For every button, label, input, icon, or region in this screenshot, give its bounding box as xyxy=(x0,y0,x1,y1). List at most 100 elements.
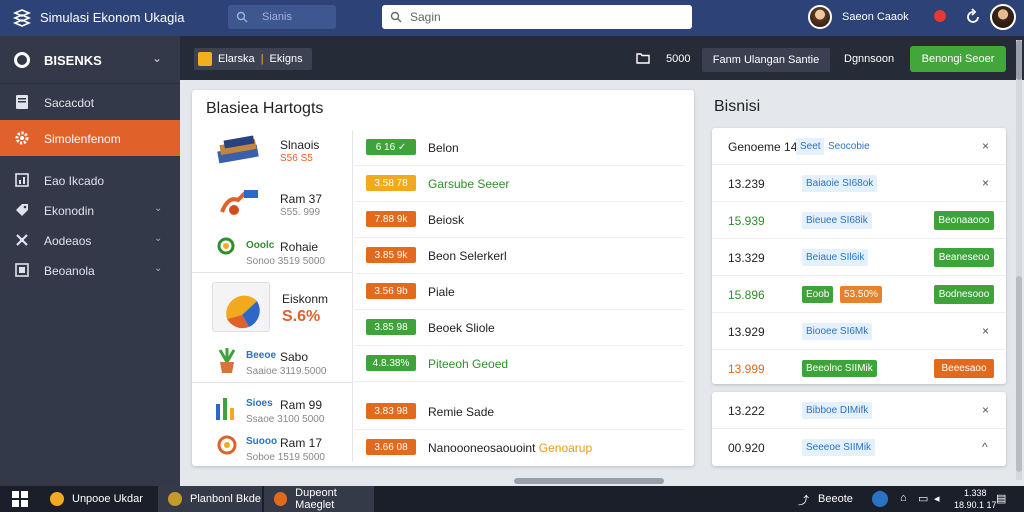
header-tag[interactable]: Seet xyxy=(796,138,825,155)
user-name[interactable]: Saeon Caaok xyxy=(842,11,909,23)
folder-icon[interactable] xyxy=(636,52,650,64)
clock-time: 1.338 xyxy=(964,488,987,498)
vertical-scrollbar[interactable] xyxy=(1016,40,1022,480)
table-row[interactable]: 3.83 98 Remie Sade xyxy=(354,394,684,430)
table-row[interactable]: 7.88 9k Beiosk xyxy=(354,202,684,238)
taskbar-app[interactable]: Unpooe Ukdar xyxy=(40,486,158,512)
network-icon[interactable]: ⤴ xyxy=(798,492,812,507)
row-value: 00.920 xyxy=(728,441,765,455)
wifi-icon[interactable]: ⌂ xyxy=(900,492,914,506)
table-row[interactable]: 13.999 Beeolnc SIIMik Beeesaoo xyxy=(712,350,1006,387)
business-panel: Genoeme 14 Seet Seocobie × 13.239 Baiaoi… xyxy=(712,128,1006,384)
profile-avatar[interactable] xyxy=(990,4,1016,30)
row-label: Belon xyxy=(428,141,459,155)
sidebar-item-sacacdot[interactable]: Sacacdot xyxy=(0,84,180,120)
table-row[interactable]: 3.56 9b Piale xyxy=(354,274,684,310)
benongi-seoer-button[interactable]: Benongi Seoer xyxy=(910,46,1006,72)
table-row[interactable]: 13.929 Biooee SI6Mk × xyxy=(712,313,1006,350)
sidebar-item-label: Ekonodin xyxy=(44,204,95,218)
chevron-up-icon[interactable]: ^ xyxy=(982,440,988,454)
toolbar-label[interactable]: Dgnnsoon xyxy=(844,53,894,65)
table-row[interactable]: 3.58 78 Garsube Seeer xyxy=(354,166,684,202)
tray-label: Beeote xyxy=(818,493,853,505)
right-panel-title: Bisnisi xyxy=(714,98,761,115)
row-label: Beon Selerkerl xyxy=(428,249,507,263)
close-icon[interactable]: × xyxy=(982,176,989,190)
brand-logo-icon xyxy=(14,52,30,68)
clock[interactable]: 1.338 18.90.1 17 xyxy=(954,487,997,511)
row-action-button[interactable]: Beeesaoo xyxy=(934,359,994,378)
product-item[interactable]: Suooo Ram 17 Soboe 1519 5000 xyxy=(192,430,352,464)
top-search-input[interactable]: Sianis xyxy=(228,5,336,29)
close-icon[interactable]: × xyxy=(982,403,989,417)
row-value: 15.939 xyxy=(728,214,765,228)
scrollbar-thumb[interactable] xyxy=(1016,276,1022,472)
trade-icon xyxy=(220,190,258,215)
product-item[interactable]: Beeoe Sabo Saaioe 3119.5000 xyxy=(192,344,352,380)
notification-icon[interactable] xyxy=(934,10,946,22)
table-row[interactable]: 3.85 9k Beon Selerkerl xyxy=(354,238,684,274)
start-menu-icon[interactable] xyxy=(12,491,28,507)
tab-elarska[interactable]: Elarska | Ekigns xyxy=(194,48,312,70)
volume-icon[interactable]: ◂ xyxy=(934,492,948,506)
tab-badge-icon xyxy=(198,52,212,66)
display-icon[interactable]: ▭ xyxy=(918,492,932,506)
row-action-button[interactable]: Bodnesooo xyxy=(934,285,994,304)
close-icon[interactable]: × xyxy=(982,324,989,338)
header-tag[interactable]: Seocobie xyxy=(824,138,874,155)
browser-icon[interactable] xyxy=(872,491,888,507)
table-row[interactable]: 13.222 Bibboe DIMifk × xyxy=(712,392,1006,429)
row-action-button[interactable]: Beaneseoo xyxy=(934,248,994,267)
product-item[interactable]: Ram 37 S55. 999 xyxy=(192,184,352,224)
product-name: Ram 17 xyxy=(280,436,323,450)
product-item[interactable]: Eiskonm S.6% xyxy=(192,278,352,336)
horizontal-scrollbar[interactable] xyxy=(514,478,664,484)
row-value: 15.896 xyxy=(728,288,765,302)
divider xyxy=(192,382,352,383)
scrollbar-thumb[interactable] xyxy=(1016,40,1022,80)
product-item[interactable]: Ooolc Rohaie Sonoo 3519 5000 xyxy=(192,234,352,270)
app-icon xyxy=(50,492,64,506)
table-row[interactable]: 13.329 Beiaue SIl6ik Beaneseoo xyxy=(712,239,1006,276)
row-action-button[interactable]: Beonaaooo xyxy=(934,211,994,230)
row-tag: Bieuee SI68ik xyxy=(802,212,872,229)
sidebar-item-label: Aodeaos xyxy=(44,234,92,248)
chevron-down-icon: ⌄ xyxy=(152,51,163,65)
sidebar-item-beoanola[interactable]: Beoanola ⌄ xyxy=(0,252,180,288)
tab-separator: | xyxy=(260,53,264,65)
chevron-down-icon: ⌄ xyxy=(154,233,163,244)
table-row[interactable]: 13.239 Baiaoie SI68ok × xyxy=(712,165,1006,202)
table-row[interactable]: 00.920 Seeeoe SIIMik ^ xyxy=(712,429,1006,466)
refresh-icon[interactable] xyxy=(964,8,982,26)
product-brand: Suooo xyxy=(246,436,278,447)
clock-date: 18.90.1 17 xyxy=(954,500,997,510)
product-sub: Sonoo 3519 5000 xyxy=(246,256,325,267)
taskbar-app[interactable]: Planbonl Bkde xyxy=(158,486,262,512)
product-item[interactable]: Slnaois S56 S5 xyxy=(192,130,352,170)
product-item[interactable]: Sioes Ram 99 Ssaoe 3100 5000 xyxy=(192,392,352,428)
panel-header-row: Genoeme 14 Seet Seocobie × xyxy=(712,128,1006,165)
table-row[interactable]: 15.896 Eoob 53.50% Bodnesooo xyxy=(712,276,1006,313)
sidebar-item-label: Beoanola xyxy=(44,264,95,278)
app-icon xyxy=(274,492,288,506)
top-bar: Simulasi Ekonom Ukagia Sianis Sagin Saeo… xyxy=(0,0,1024,36)
notifications-icon[interactable]: ▤ xyxy=(996,492,1010,506)
divider xyxy=(352,130,353,462)
sidebar-header[interactable]: BISENKS ⌄ xyxy=(0,36,180,84)
table-row[interactable]: 6 16 ✓ Belon xyxy=(354,130,684,166)
table-row[interactable]: 15.939 Bieuee SI68ik Beonaaooo xyxy=(712,202,1006,239)
app-logo-icon xyxy=(12,9,32,27)
taskbar-app[interactable]: Dupeont Maeglet xyxy=(264,486,374,512)
close-icon[interactable]: × xyxy=(982,139,989,153)
table-row[interactable]: 3.85 98 Beoek Sliole xyxy=(354,310,684,346)
value-pill: 3.85 9k xyxy=(366,247,416,263)
business-panel-secondary: 13.222 Bibboe DIMifk × 00.920 Seeeoe SII… xyxy=(712,392,1006,466)
product-sub: Saaioe 3119.5000 xyxy=(246,366,327,377)
table-row[interactable]: 4.8.38% Piteeoh Geoed xyxy=(354,346,684,382)
sidebar-item-simolenfenom[interactable]: Simolenfenom xyxy=(0,120,180,156)
fanm-ulangan-button[interactable]: Fanm Ulangan Santie xyxy=(702,48,830,72)
main-search-input[interactable]: Sagin xyxy=(382,5,692,29)
product-image xyxy=(212,282,270,332)
user-avatar[interactable] xyxy=(808,5,832,29)
table-row[interactable]: 3.66 08 Nanoooneosaouoint Genoarup xyxy=(354,430,684,466)
